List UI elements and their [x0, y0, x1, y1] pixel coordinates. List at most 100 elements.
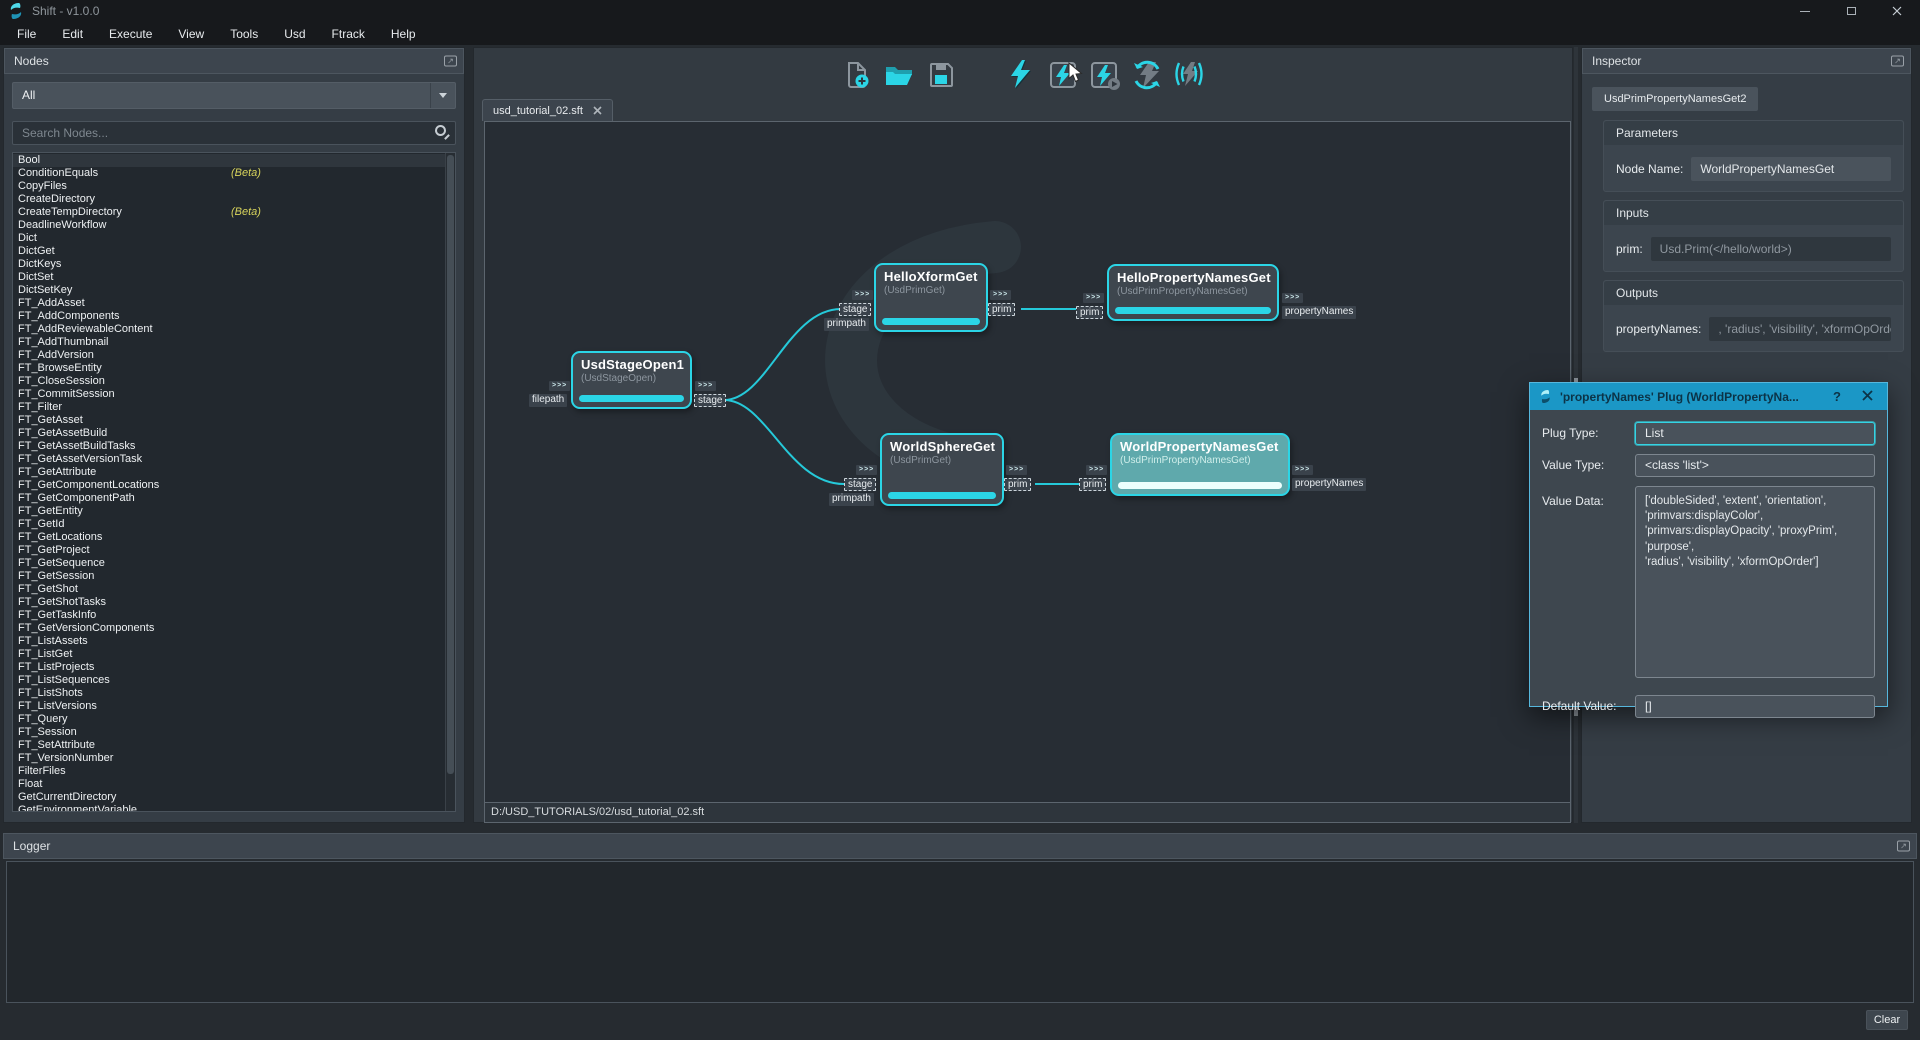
node-type-item[interactable]: FT_CommitSession — [13, 388, 455, 401]
plug-type-field[interactable]: List — [1635, 422, 1875, 445]
output-port-prim[interactable]: prim — [988, 303, 1015, 316]
node-type-item[interactable]: FT_VersionNumber — [13, 752, 455, 765]
node-type-item[interactable]: DictGet — [13, 245, 455, 258]
clear-log-button[interactable]: Clear — [1866, 1010, 1908, 1030]
node-type-item[interactable]: DictSet — [13, 271, 455, 284]
node-type-item[interactable]: FT_GetComponentPath — [13, 492, 455, 505]
node-type-item[interactable]: FT_Session — [13, 726, 455, 739]
node-type-item[interactable]: FT_AddAsset — [13, 297, 455, 310]
node-type-item[interactable]: Bool — [13, 154, 455, 167]
node-type-item[interactable]: DictKeys — [13, 258, 455, 271]
tab-close-icon[interactable] — [593, 106, 602, 115]
input-port-prim[interactable]: prim — [1079, 478, 1106, 491]
menu-item[interactable]: File — [4, 22, 49, 45]
open-graph-icon[interactable] — [882, 58, 916, 92]
node-type-item[interactable]: FT_GetShot — [13, 583, 455, 596]
node-type-item[interactable]: CreateDirectory — [13, 193, 455, 206]
graph-tab[interactable]: usd_tutorial_02.sft — [482, 99, 613, 121]
close-icon[interactable] — [1874, 0, 1920, 22]
node-type-item[interactable]: FT_ListProjects — [13, 661, 455, 674]
node-type-item[interactable]: FT_ListAssets — [13, 635, 455, 648]
node-type-item[interactable]: FT_ListVersions — [13, 700, 455, 713]
menu-item[interactable]: Tools — [217, 22, 271, 45]
scrollbar-thumb[interactable] — [447, 155, 454, 774]
node-type-item[interactable]: FT_GetAssetVersionTask — [13, 453, 455, 466]
input-port-stage[interactable]: stage — [839, 303, 871, 316]
node-type-item[interactable]: DeadlineWorkflow — [13, 219, 455, 232]
node-type-item[interactable]: FT_ListGet — [13, 648, 455, 661]
inspector-node-tab[interactable]: UsdPrimPropertyNamesGet2 — [1592, 87, 1758, 111]
node-type-item[interactable]: FT_GetComponentLocations — [13, 479, 455, 492]
node-filter-dropdown[interactable]: All — [12, 82, 456, 109]
menu-item[interactable]: Edit — [49, 22, 96, 45]
search-nodes-input[interactable] — [12, 121, 456, 145]
node-type-item[interactable]: FT_GetLocations — [13, 531, 455, 544]
node-type-item[interactable]: DictSetKey — [13, 284, 455, 297]
minimize-icon[interactable] — [1782, 0, 1828, 22]
node-type-item[interactable]: CopyFiles — [13, 180, 455, 193]
execute-from-selected-icon[interactable] — [1088, 58, 1122, 92]
undock-icon[interactable]: ↗ — [1897, 841, 1910, 852]
menu-item[interactable]: Ftrack — [319, 22, 378, 45]
maximize-icon[interactable] — [1828, 0, 1874, 22]
help-icon[interactable]: ? — [1826, 389, 1848, 404]
node-type-item[interactable]: FT_AddComponents — [13, 310, 455, 323]
close-icon[interactable] — [1856, 388, 1878, 406]
output-port-propertynames[interactable]: propertyNames — [1292, 478, 1366, 491]
output-port-propertynames[interactable]: propertyNames — [1282, 306, 1356, 319]
output-port-stage[interactable]: stage — [694, 394, 726, 407]
menu-item[interactable]: Usd — [271, 22, 318, 45]
node-type-item[interactable]: FT_AddVersion — [13, 349, 455, 362]
graph-node-helloxformget[interactable]: HelloXformGet (UsdPrimGet) — [874, 263, 988, 332]
node-type-item[interactable]: FT_GetAsset — [13, 414, 455, 427]
node-type-item[interactable]: FT_CloseSession — [13, 375, 455, 388]
menu-item[interactable]: Execute — [96, 22, 165, 45]
input-port-prim[interactable]: prim — [1076, 306, 1103, 319]
undock-icon[interactable]: ↗ — [1891, 56, 1904, 67]
node-type-item[interactable]: GetCurrentDirectory — [13, 791, 455, 804]
node-type-item[interactable]: FT_GetId — [13, 518, 455, 531]
input-port-stage[interactable]: stage — [844, 478, 876, 491]
dialog-titlebar[interactable]: 'propertyNames' Plug (WorldPropertyNa...… — [1530, 383, 1887, 410]
save-graph-icon[interactable] — [924, 58, 958, 92]
node-type-item[interactable]: FT_GetVersionComponents — [13, 622, 455, 635]
chevron-down-icon[interactable] — [430, 83, 455, 108]
node-type-item[interactable]: CreateTempDirectory (Beta) — [13, 206, 455, 219]
node-type-item[interactable]: FT_AddReviewableContent — [13, 323, 455, 336]
graph-node-worldsphereget[interactable]: WorldSphereGet (UsdPrimGet) — [880, 433, 1004, 506]
output-port-prim[interactable]: prim — [1004, 478, 1031, 491]
node-type-item[interactable]: FT_GetSession — [13, 570, 455, 583]
default-value-field[interactable]: [] — [1635, 695, 1875, 718]
refresh-execute-icon[interactable] — [1130, 58, 1164, 92]
soft-execute-icon[interactable] — [1172, 58, 1206, 92]
node-type-item[interactable]: FT_Query — [13, 713, 455, 726]
menu-item[interactable]: View — [165, 22, 217, 45]
node-type-item[interactable]: FilterFiles — [13, 765, 455, 778]
node-type-item[interactable]: Float — [13, 778, 455, 791]
node-graph-canvas[interactable]: UsdStageOpen1 (UsdStageOpen) >>> filepat… — [484, 121, 1571, 803]
new-graph-icon[interactable] — [840, 58, 874, 92]
node-type-item[interactable]: FT_GetAssetBuild — [13, 427, 455, 440]
undock-icon[interactable]: ↗ — [444, 56, 457, 67]
input-port-primpath[interactable]: primpath — [829, 493, 874, 506]
node-type-item[interactable]: FT_GetTaskInfo — [13, 609, 455, 622]
node-type-item[interactable]: GetEnvironmentVariable — [13, 804, 455, 812]
node-type-item[interactable]: ConditionEquals (Beta) — [13, 167, 455, 180]
graph-node-hellopropertynamesget[interactable]: HelloPropertyNamesGet (UsdPrimPropertyNa… — [1107, 264, 1279, 321]
node-type-item[interactable]: FT_ListSequences — [13, 674, 455, 687]
node-type-item[interactable]: FT_GetProject — [13, 544, 455, 557]
graph-node-worldpropertynamesget[interactable]: WorldPropertyNamesGet (UsdPrimPropertyNa… — [1110, 433, 1290, 496]
node-type-item[interactable]: Dict — [13, 232, 455, 245]
node-type-item[interactable]: FT_BrowseEntity — [13, 362, 455, 375]
node-type-item[interactable]: FT_SetAttribute — [13, 739, 455, 752]
menu-item[interactable]: Help — [378, 22, 429, 45]
input-port-filepath[interactable]: filepath — [529, 394, 567, 407]
node-list-scrollbar[interactable] — [445, 153, 455, 811]
node-type-item[interactable]: FT_ListShots — [13, 687, 455, 700]
node-type-item[interactable]: FT_GetEntity — [13, 505, 455, 518]
graph-node-usdstageopen1[interactable]: UsdStageOpen1 (UsdStageOpen) — [571, 351, 692, 409]
node-name-field[interactable]: WorldPropertyNamesGet — [1691, 157, 1891, 181]
node-type-item[interactable]: FT_Filter — [13, 401, 455, 414]
input-port-primpath[interactable]: primpath — [824, 318, 869, 331]
execute-graph-icon[interactable] — [1004, 58, 1038, 92]
